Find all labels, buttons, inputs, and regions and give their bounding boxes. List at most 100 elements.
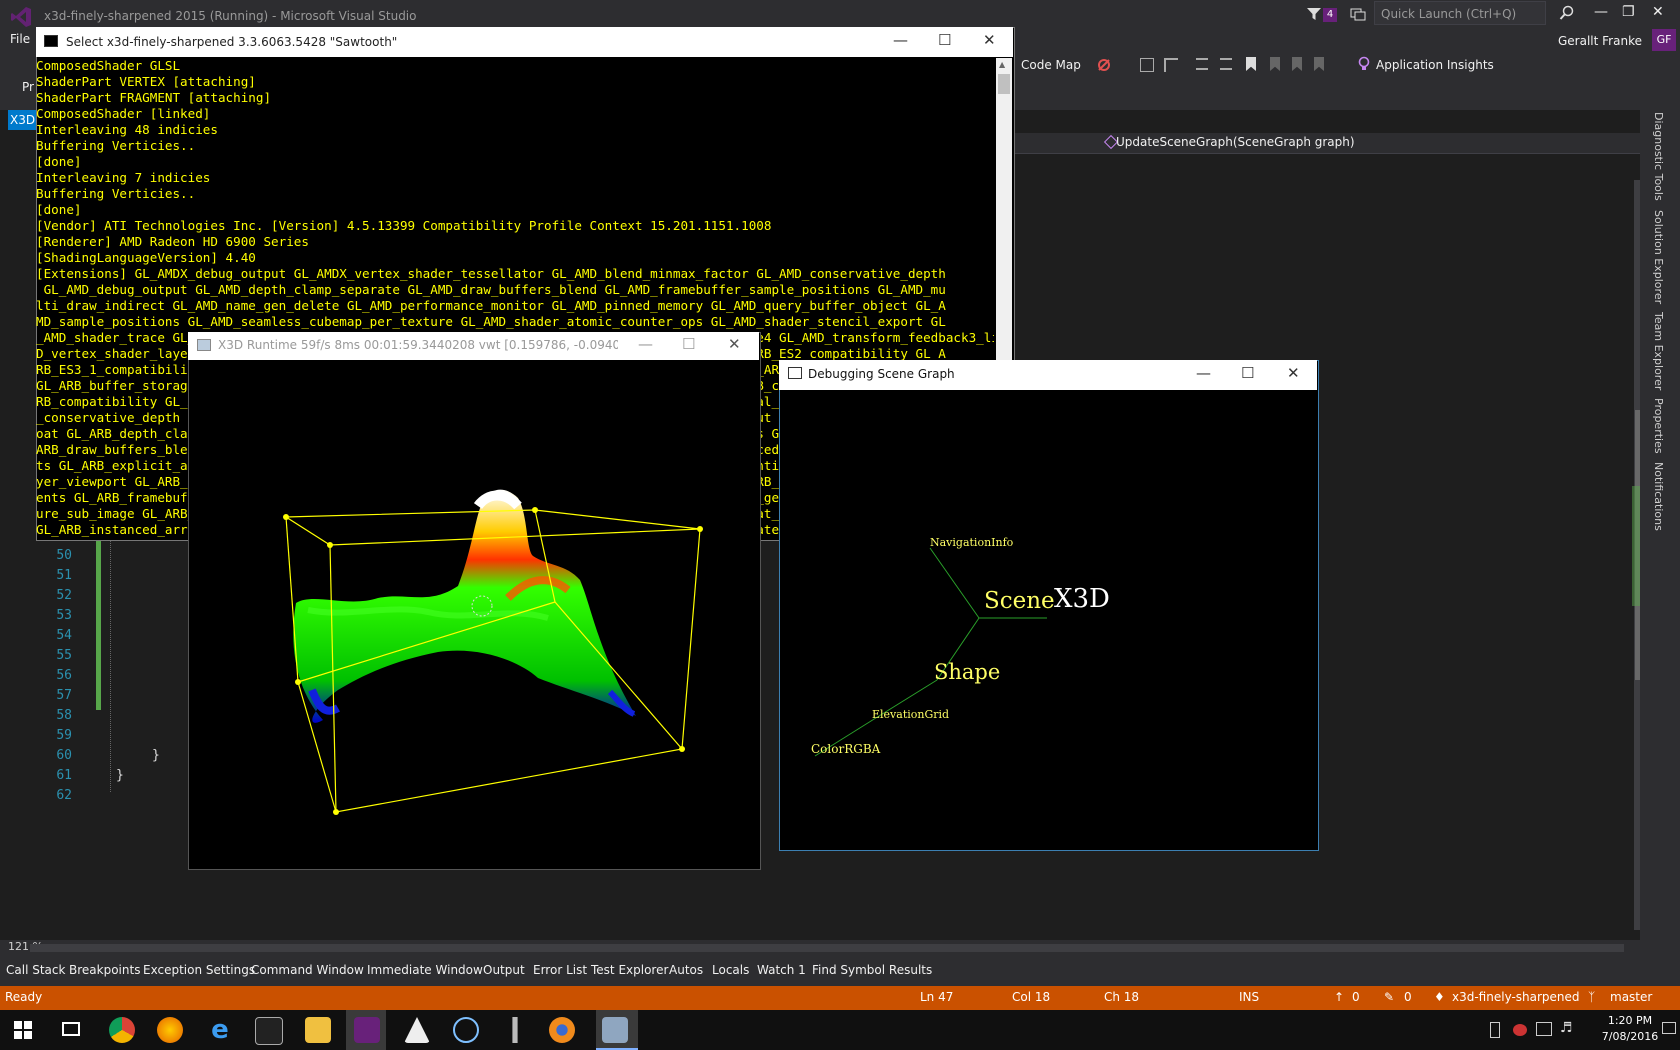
- tab-call-stack[interactable]: Call Stack: [6, 963, 65, 977]
- menu-project[interactable]: Pr: [22, 80, 34, 94]
- menu-file[interactable]: File: [10, 32, 30, 46]
- align-icon[interactable]: [1196, 58, 1208, 70]
- status-unpushed-count[interactable]: 0: [1352, 990, 1360, 1004]
- status-branch[interactable]: master: [1610, 990, 1652, 1004]
- quick-launch-input[interactable]: Quick Launch (Ctrl+Q): [1374, 1, 1546, 25]
- runtime-app-icon: [197, 339, 211, 351]
- up-arrow-icon[interactable]: ↑: [1334, 990, 1344, 1004]
- rail-tab-team-explorer[interactable]: Team Explorer: [1652, 312, 1665, 390]
- scene-node-shape[interactable]: Shape: [934, 660, 1000, 684]
- filter-icon[interactable]: [1306, 6, 1322, 20]
- terminal-icon[interactable]: [255, 1017, 283, 1045]
- task-view-icon[interactable]: [62, 1022, 80, 1036]
- tab-exception-settings[interactable]: Exception Settings: [143, 963, 255, 977]
- vs-close-button[interactable]: ✕: [1652, 4, 1664, 20]
- usb-icon[interactable]: [1490, 1022, 1500, 1038]
- scene-node-navigationinfo[interactable]: NavigationInfo: [930, 536, 1013, 549]
- vs-minimize-button[interactable]: —: [1594, 4, 1608, 20]
- bookmark-prev-icon[interactable]: [1270, 57, 1280, 71]
- bookmark-icon[interactable]: [1246, 57, 1256, 71]
- blender-icon[interactable]: [549, 1017, 575, 1043]
- line-number: 59: [56, 728, 72, 743]
- application-insights-button[interactable]: Application Insights: [1376, 58, 1494, 72]
- tab-watch-1[interactable]: Watch 1: [757, 963, 806, 977]
- rail-tab-notifications[interactable]: Notifications: [1652, 462, 1665, 531]
- rail-tab-solution-explorer[interactable]: Solution Explorer: [1652, 210, 1665, 304]
- status-changes-count[interactable]: 0: [1404, 990, 1412, 1004]
- bookmark-clear-icon[interactable]: [1314, 57, 1324, 71]
- elevation-grid-render[interactable]: [188, 360, 759, 868]
- scene-graph-app-icon: [788, 367, 802, 379]
- x3d-runtime-taskbar-icon[interactable]: [602, 1017, 628, 1043]
- pencil-icon[interactable]: ✎: [1384, 990, 1394, 1004]
- app-icon[interactable]: [453, 1017, 479, 1043]
- runtime-maximize-button[interactable]: ☐: [682, 335, 695, 353]
- tab-immediate-window[interactable]: Immediate Window: [367, 963, 483, 977]
- branch-icon[interactable]: ᛉ: [1588, 990, 1595, 1004]
- scene-node-x3d[interactable]: X3D: [1054, 584, 1110, 614]
- visual-studio-logo-icon: [11, 7, 31, 27]
- list-icon[interactable]: [1164, 58, 1178, 72]
- scroll-up-icon[interactable]: ▲: [999, 60, 1005, 69]
- windows-start-icon[interactable]: [14, 1021, 32, 1039]
- scene-node-scene[interactable]: Scene: [984, 588, 1055, 614]
- network-icon[interactable]: [1536, 1022, 1552, 1036]
- rail-tab-diagnostic-tools[interactable]: Diagnostic Tools: [1652, 112, 1665, 201]
- console-minimize-button[interactable]: —: [893, 31, 908, 49]
- tab-output[interactable]: Output: [483, 963, 525, 977]
- console-maximize-button[interactable]: ☐: [938, 31, 951, 49]
- visual-studio-taskbar-icon[interactable]: [354, 1017, 380, 1043]
- vs-restore-button[interactable]: ❐: [1622, 4, 1635, 20]
- scene-node-elevationgrid[interactable]: ElevationGrid: [872, 708, 949, 721]
- feedback-icon[interactable]: [1350, 6, 1366, 22]
- repo-icon[interactable]: ♦: [1434, 990, 1445, 1004]
- console-line: Buffering Verticies..: [36, 186, 196, 201]
- indent-icon[interactable]: [1220, 58, 1232, 70]
- editor-horizontal-scrollbar[interactable]: [30, 944, 1624, 952]
- avatar[interactable]: GF: [1652, 29, 1676, 51]
- console-scroll-thumb[interactable]: [998, 74, 1010, 94]
- console-close-button[interactable]: ✕: [983, 31, 996, 49]
- step-into-icon[interactable]: [1140, 58, 1154, 72]
- scene-graph-close-button[interactable]: ✕: [1287, 364, 1300, 382]
- volume-icon[interactable]: ♬: [1560, 1020, 1573, 1036]
- code-map-button[interactable]: Code Map: [1021, 58, 1081, 72]
- tab-error-list[interactable]: Error List: [533, 963, 587, 977]
- tab-test-explorer[interactable]: Test Explorer: [591, 963, 668, 977]
- chrome-icon[interactable]: [109, 1017, 135, 1043]
- tab-autos[interactable]: Autos: [669, 963, 703, 977]
- edge-icon[interactable]: e: [207, 1017, 233, 1043]
- tab-breakpoints[interactable]: Breakpoints: [69, 963, 140, 977]
- scene-graph-minimize-button[interactable]: —: [1196, 364, 1211, 382]
- scene-graph-links: [814, 547, 1047, 757]
- status-char: Ch 18: [1104, 990, 1140, 1004]
- search-icon[interactable]: [1559, 5, 1575, 21]
- bookmark-next-icon[interactable]: [1292, 57, 1302, 71]
- tab-find-symbol-results[interactable]: Find Symbol Results: [812, 963, 932, 977]
- rail-tab-properties[interactable]: Properties: [1652, 398, 1665, 454]
- action-center-icon[interactable]: [1662, 1022, 1676, 1034]
- clock-date[interactable]: 7/08/2016: [1598, 1030, 1662, 1043]
- scene-node-colorrgba[interactable]: ColorRGBA: [811, 742, 880, 756]
- console-line: Buffering Verticies..: [36, 138, 196, 153]
- breakpoint-icon[interactable]: [1096, 57, 1114, 73]
- tab-command-window[interactable]: Command Window: [251, 963, 364, 977]
- scene-graph-maximize-button[interactable]: ☐: [1241, 364, 1254, 382]
- runtime-close-button[interactable]: ✕: [728, 335, 741, 353]
- status-repository[interactable]: x3d-finely-sharpened: [1452, 990, 1580, 1004]
- line-number: 55: [56, 648, 72, 663]
- runtime-minimize-button[interactable]: —: [638, 335, 653, 353]
- change-margin: [96, 540, 101, 710]
- console-title: Select x3d-finely-sharpened 3.3.6063.542…: [66, 35, 398, 49]
- tab-locals[interactable]: Locals: [712, 963, 749, 977]
- firefox-icon[interactable]: [157, 1017, 183, 1043]
- member-dropdown[interactable]: UpdateSceneGraph(SceneGraph graph): [1116, 135, 1355, 149]
- console-line: [Vendor] ATI Technologies Inc. [Version]…: [36, 218, 772, 233]
- console-line: [ShadingLanguageVersion] 4.40: [36, 250, 256, 265]
- user-name[interactable]: Gerallt Franke: [1558, 34, 1642, 48]
- tray-alert-icon[interactable]: [1513, 1024, 1527, 1036]
- file-explorer-icon[interactable]: [305, 1017, 331, 1043]
- notification-badge[interactable]: 4: [1323, 8, 1337, 22]
- clock-time[interactable]: 1:20 PM: [1598, 1014, 1662, 1027]
- scene-graph-title: Debugging Scene Graph: [808, 367, 955, 381]
